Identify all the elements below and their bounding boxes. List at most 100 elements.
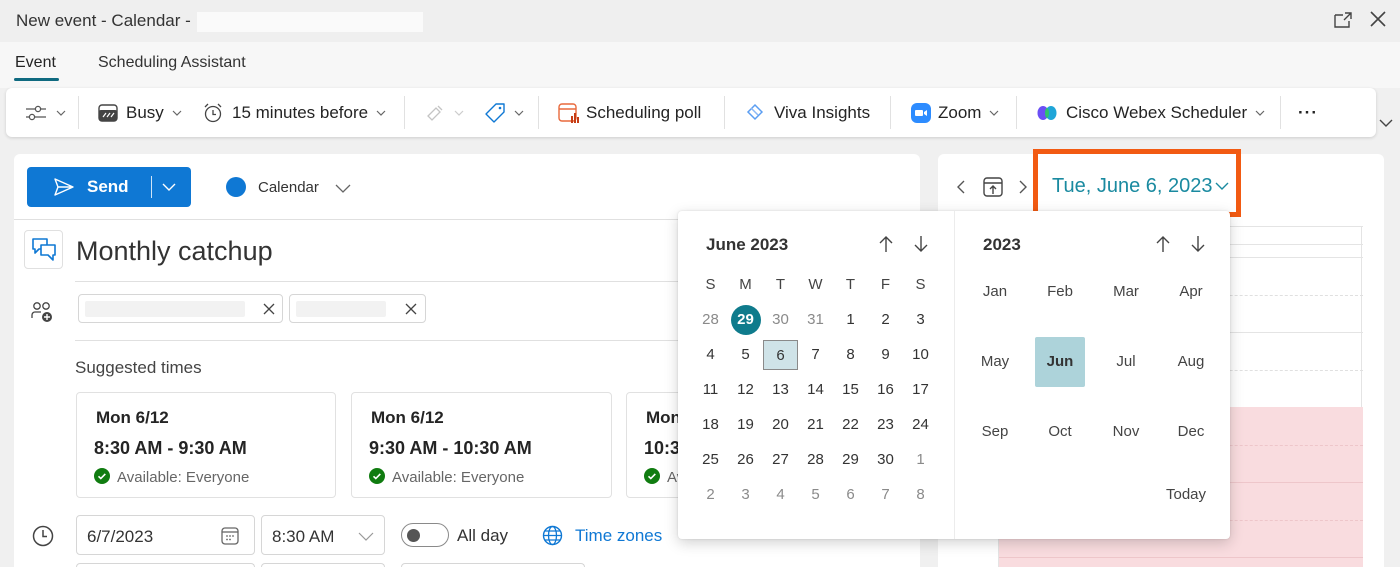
today-day-cell[interactable]: 29 <box>728 305 763 335</box>
previous-year-arrow-icon[interactable] <box>1154 234 1172 254</box>
send-options-chevron-icon[interactable] <box>161 181 177 193</box>
chevron-down-icon[interactable] <box>334 182 352 194</box>
categorize-button[interactable] <box>484 88 524 137</box>
time-zones-link[interactable]: Time zones <box>575 526 662 546</box>
day-cell[interactable]: 27 <box>763 445 798 475</box>
today-link[interactable]: Today <box>1166 486 1206 503</box>
day-cell[interactable]: 14 <box>798 375 833 405</box>
go-to-today-icon[interactable] <box>982 176 1004 198</box>
previous-month-arrow-icon[interactable] <box>877 234 895 254</box>
end-date-input[interactable] <box>76 563 255 567</box>
calendar-picker-icon[interactable] <box>220 526 240 546</box>
day-cell[interactable]: 13 <box>763 375 798 405</box>
day-cell[interactable]: 2 <box>693 480 728 510</box>
attendee-chip[interactable] <box>78 294 283 323</box>
options-button[interactable] <box>24 88 66 137</box>
month-cell[interactable]: Nov <box>1101 407 1151 457</box>
close-icon[interactable] <box>1368 9 1388 29</box>
viva-insights-button[interactable]: Viva Insights <box>744 88 870 137</box>
selected-day-cell[interactable]: 6 <box>763 340 798 370</box>
month-cell[interactable]: Jan <box>970 267 1020 317</box>
suggested-time-card[interactable]: Mon 6/12 8:30 AM - 9:30 AM Available: Ev… <box>76 392 336 498</box>
day-cell[interactable]: 18 <box>693 410 728 440</box>
format-painter-button[interactable] <box>424 88 464 137</box>
date-selector-button[interactable]: Tue, June 6, 2023 <box>1033 149 1241 217</box>
month-cell[interactable]: May <box>970 337 1020 387</box>
repeat-dropdown[interactable] <box>401 563 585 567</box>
reminder-dropdown[interactable]: 15 minutes before <box>202 88 386 137</box>
day-cell[interactable]: 29 <box>833 445 868 475</box>
all-day-toggle[interactable] <box>401 523 449 547</box>
attendee-chip[interactable] <box>289 294 426 323</box>
day-cell[interactable]: 31 <box>798 305 833 335</box>
available-check-icon <box>644 468 660 484</box>
day-cell[interactable]: 1 <box>833 305 868 335</box>
day-cell[interactable]: 3 <box>903 305 938 335</box>
day-cell[interactable]: 2 <box>868 305 903 335</box>
month-cell[interactable]: Apr <box>1166 267 1216 317</box>
start-date-input[interactable]: 6/7/2023 <box>76 515 255 555</box>
next-year-arrow-icon[interactable] <box>1189 234 1207 254</box>
selected-month-cell[interactable]: Jun <box>1035 337 1085 387</box>
remove-attendee-icon[interactable] <box>261 301 277 317</box>
day-cell[interactable]: 15 <box>833 375 868 405</box>
day-cell[interactable]: 26 <box>728 445 763 475</box>
next-day-icon[interactable] <box>1017 178 1029 196</box>
event-title-input[interactable]: Monthly catchup <box>76 236 273 267</box>
day-cell[interactable]: 28 <box>693 305 728 335</box>
day-cell[interactable]: 23 <box>868 410 903 440</box>
month-cell[interactable]: Feb <box>1035 267 1085 317</box>
popout-icon[interactable] <box>1333 11 1353 29</box>
day-cell[interactable]: 8 <box>833 340 868 370</box>
day-cell[interactable]: 4 <box>763 480 798 510</box>
previous-day-icon[interactable] <box>955 178 967 196</box>
day-cell[interactable]: 16 <box>868 375 903 405</box>
day-cell[interactable]: 30 <box>868 445 903 475</box>
day-cell[interactable]: 28 <box>798 445 833 475</box>
day-cell[interactable]: 8 <box>903 480 938 510</box>
tab-scheduling-assistant[interactable]: Scheduling Assistant <box>98 54 246 72</box>
day-cell[interactable]: 20 <box>763 410 798 440</box>
day-cell[interactable]: 9 <box>868 340 903 370</box>
day-cell[interactable]: 5 <box>728 340 763 370</box>
day-cell[interactable]: 30 <box>763 305 798 335</box>
day-cell[interactable]: 10 <box>903 340 938 370</box>
month-cell[interactable]: Dec <box>1166 407 1216 457</box>
next-month-arrow-icon[interactable] <box>912 234 930 254</box>
day-cell[interactable]: 25 <box>693 445 728 475</box>
month-cell[interactable]: Sep <box>970 407 1020 457</box>
day-cell[interactable]: 11 <box>693 375 728 405</box>
day-cell[interactable]: 22 <box>833 410 868 440</box>
show-as-dropdown[interactable]: Busy <box>98 88 182 137</box>
start-time-dropdown[interactable]: 8:30 AM <box>261 515 385 555</box>
day-cell[interactable]: 19 <box>728 410 763 440</box>
scheduling-poll-button[interactable]: Scheduling poll <box>558 88 701 137</box>
day-cell[interactable]: 7 <box>868 480 903 510</box>
ribbon-expand-chevron-icon[interactable] <box>1378 116 1394 130</box>
day-cell[interactable]: 4 <box>693 340 728 370</box>
zoom-dropdown[interactable]: Zoom <box>910 88 999 137</box>
day-cell[interactable]: 6 <box>833 480 868 510</box>
month-cell[interactable]: Aug <box>1166 337 1216 387</box>
month-cell[interactable]: Jul <box>1101 337 1151 387</box>
suggested-time-card[interactable]: Mon 6/12 9:30 AM - 10:30 AM Available: E… <box>351 392 612 498</box>
webex-scheduler-dropdown[interactable]: Cisco Webex Scheduler <box>1036 88 1265 137</box>
day-cell[interactable]: 12 <box>728 375 763 405</box>
day-cell[interactable]: 3 <box>728 480 763 510</box>
day-cell[interactable]: 5 <box>798 480 833 510</box>
globe-icon[interactable] <box>542 525 563 546</box>
more-options-button[interactable]: ··· <box>1298 88 1318 137</box>
send-button[interactable]: Send <box>27 167 191 207</box>
calendar-selector[interactable]: Calendar <box>258 179 319 196</box>
month-cell[interactable]: Mar <box>1101 267 1151 317</box>
day-cell[interactable]: 17 <box>903 375 938 405</box>
end-time-dropdown[interactable] <box>261 563 385 567</box>
day-cell[interactable]: 24 <box>903 410 938 440</box>
day-cell[interactable]: 1 <box>903 445 938 475</box>
day-cell[interactable]: 21 <box>798 410 833 440</box>
day-cell[interactable]: 7 <box>798 340 833 370</box>
month-cell[interactable]: Oct <box>1035 407 1085 457</box>
remove-attendee-icon[interactable] <box>403 301 419 317</box>
tab-event[interactable]: Event <box>15 54 56 72</box>
teams-meeting-toggle[interactable] <box>24 230 63 269</box>
